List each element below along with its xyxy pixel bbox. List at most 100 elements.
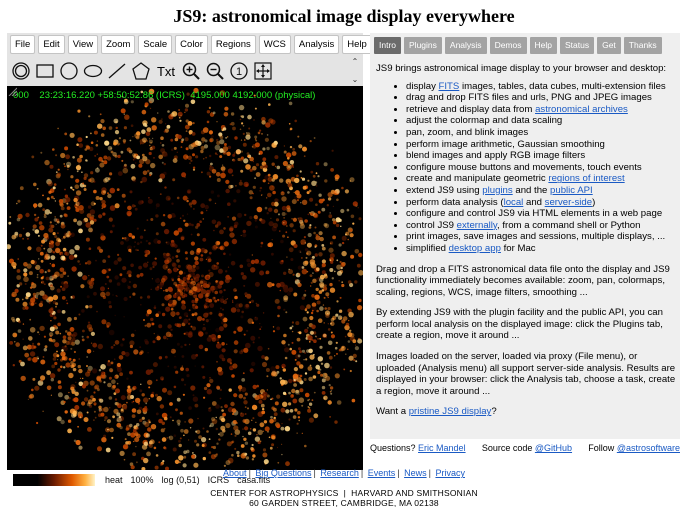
nebula-pixel <box>264 426 270 432</box>
nebula-pixel <box>151 278 153 280</box>
nebula-pixel <box>88 227 93 233</box>
nebula-pixel <box>352 201 358 207</box>
local-link[interactable]: local <box>504 197 524 208</box>
nebula-pixel <box>22 323 25 325</box>
server-side-link[interactable]: server-side <box>545 197 592 208</box>
menu-edit[interactable]: Edit <box>38 35 65 54</box>
public-api-link[interactable]: public API <box>550 185 593 196</box>
nebula-pixel <box>62 335 67 339</box>
nebula-pixel <box>53 314 56 317</box>
research-link[interactable]: Research <box>320 468 359 478</box>
desktop-app-link[interactable]: desktop app <box>449 243 501 254</box>
nebula-pixel <box>143 319 145 321</box>
nebula-pixel <box>97 123 103 129</box>
nebula-pixel <box>195 155 199 159</box>
chevron-up-icon[interactable]: ⌃ <box>349 57 361 67</box>
nebula-pixel <box>213 229 215 232</box>
nebula-pixel <box>107 193 112 199</box>
nebula-pixel <box>188 343 191 346</box>
externally-link[interactable]: externally <box>457 220 497 231</box>
nebula-pixel <box>57 368 61 372</box>
nebula-pixel <box>65 154 70 160</box>
menu-regions[interactable]: Regions <box>210 35 256 54</box>
fits-link[interactable]: FITS <box>439 81 460 92</box>
circle-region-icon[interactable] <box>9 60 33 82</box>
tab-get[interactable]: Get <box>597 37 621 54</box>
nebula-pixel <box>148 151 152 156</box>
nebula-pixel <box>48 190 52 194</box>
zoom-in-icon[interactable] <box>179 60 203 82</box>
events-link[interactable]: Events <box>368 468 396 478</box>
nebula-pixel <box>151 137 154 140</box>
tab-analysis[interactable]: Analysis <box>444 37 487 54</box>
nebula-pixel <box>192 452 194 454</box>
menu-scale[interactable]: Scale <box>138 35 173 54</box>
regions-link[interactable]: regions of interest <box>548 173 624 184</box>
nebula-pixel <box>147 352 149 354</box>
menu-wcs[interactable]: WCS <box>258 35 291 54</box>
toolbar-scroll[interactable]: ⌃ ⌄ <box>349 57 361 85</box>
author-link[interactable]: Eric Mandel <box>418 443 466 453</box>
menu-analysis[interactable]: Analysis <box>293 35 340 54</box>
nebula-pixel <box>291 164 294 168</box>
image-canvas[interactable]: 000 23:23:16.220 +58:50:52.86 (ICRS) 419… <box>7 86 363 470</box>
news-link[interactable]: News <box>404 468 427 478</box>
big-questions-link[interactable]: Big Questions <box>255 468 311 478</box>
nebula-pixel <box>274 298 280 304</box>
nebula-pixel <box>330 331 333 334</box>
line-region-icon[interactable] <box>105 60 129 82</box>
about-link[interactable]: About <box>223 468 247 478</box>
tab-intro[interactable]: Intro <box>374 37 402 54</box>
nebula-pixel <box>261 361 268 368</box>
nebula-pixel <box>216 385 220 390</box>
menu-color[interactable]: Color <box>175 35 208 54</box>
menu-help[interactable]: Help <box>342 35 372 54</box>
nebula-pixel <box>208 438 211 440</box>
nebula-pixel <box>68 231 71 234</box>
tab-status[interactable]: Status <box>559 37 595 54</box>
nebula-pixel <box>128 232 133 238</box>
nebula-pixel <box>242 435 244 438</box>
separator: | <box>248 468 251 478</box>
nebula-pixel <box>188 406 192 410</box>
nebula-pixel <box>342 316 348 321</box>
privacy-link[interactable]: Privacy <box>435 468 465 478</box>
nebula-pixel <box>209 154 212 158</box>
nebula-pixel <box>149 267 153 271</box>
menu-file[interactable]: File <box>10 35 36 54</box>
nebula-pixel <box>17 329 22 333</box>
tab-help[interactable]: Help <box>529 37 557 54</box>
nebula-pixel <box>288 391 291 395</box>
ellipse-region-icon[interactable] <box>81 60 105 82</box>
menu-view[interactable]: View <box>67 35 99 54</box>
polygon-region-icon[interactable] <box>129 60 153 82</box>
nebula-pixel <box>285 461 290 467</box>
box-region-icon[interactable] <box>33 60 57 82</box>
tab-demos[interactable]: Demos <box>489 37 527 54</box>
github-link[interactable]: @GitHub <box>535 443 572 453</box>
pan-center-icon[interactable] <box>251 60 275 82</box>
follow-link[interactable]: @astrosoftware <box>617 443 680 453</box>
nebula-pixel <box>188 222 192 226</box>
nebula-pixel <box>153 157 155 159</box>
plugins-link[interactable]: plugins <box>482 185 512 196</box>
nebula-pixel <box>117 154 121 159</box>
zoom-one-icon[interactable]: 1 <box>227 60 251 82</box>
nebula-pixel <box>55 223 57 225</box>
tab-plugins[interactable]: Plugins <box>404 37 442 54</box>
ellipse-circle-icon[interactable] <box>57 60 81 82</box>
pristine-display-link[interactable]: pristine JS9 display <box>409 406 492 417</box>
chevron-down-icon[interactable]: ⌄ <box>349 75 361 85</box>
text-region-icon[interactable]: Txt <box>153 60 179 82</box>
resize-grip-icon[interactable] <box>7 86 17 96</box>
nebula-pixel <box>219 297 224 303</box>
nebula-pixel <box>188 309 191 312</box>
menu-zoom[interactable]: Zoom <box>101 35 136 54</box>
zoom-out-icon[interactable] <box>203 60 227 82</box>
nebula-pixel <box>228 388 232 392</box>
archives-link[interactable]: astronomical archives <box>535 104 628 115</box>
nebula-pixel <box>222 429 226 433</box>
nebula-pixel <box>40 359 46 365</box>
nebula-pixel <box>174 355 176 358</box>
tab-thanks[interactable]: Thanks <box>623 37 662 54</box>
